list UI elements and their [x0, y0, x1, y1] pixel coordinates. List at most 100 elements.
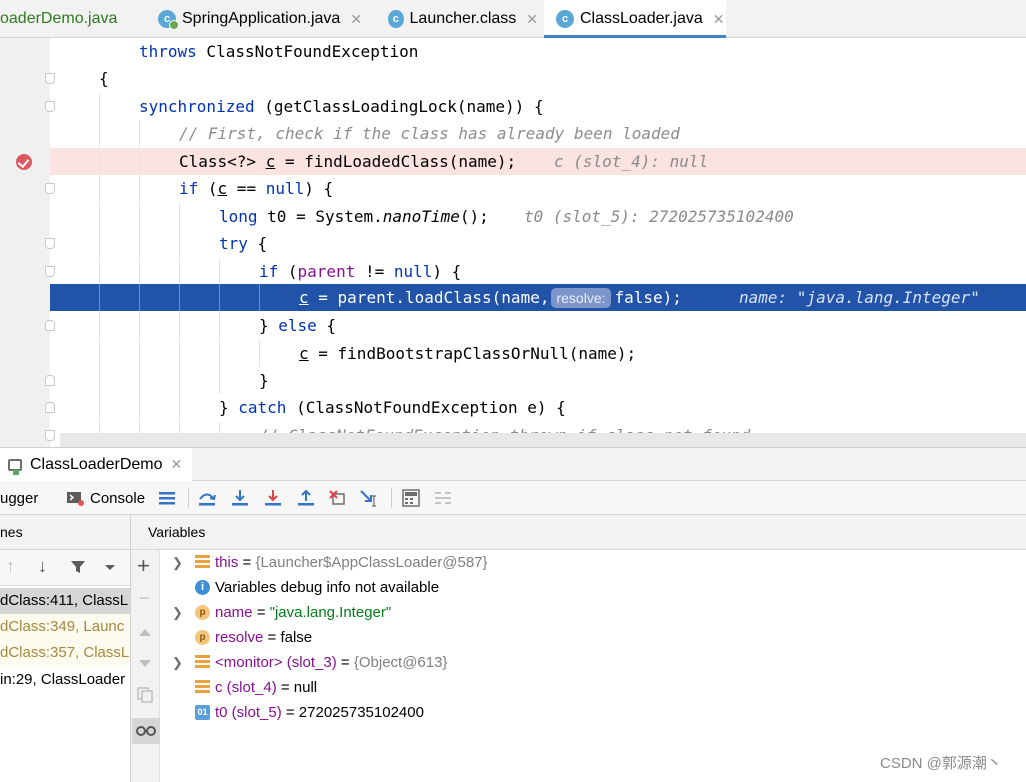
fold-marker-icon[interactable] [45, 73, 55, 84]
close-icon[interactable]: ✕ [526, 11, 538, 28]
editor-tab-bar: oaderDemo.java c SpringApplication.java … [0, 0, 1026, 38]
fold-marker-icon[interactable] [45, 266, 55, 277]
keyword: null [393, 262, 433, 281]
code-line[interactable]: c = findBootstrapClassOrNull(name); [0, 340, 1026, 367]
expand-arrow-icon[interactable]: ❯ [172, 600, 183, 625]
fold-marker-icon[interactable] [45, 320, 55, 331]
code-text: ) { [432, 262, 462, 281]
inline-debug-value: c (slot_4): null [554, 152, 709, 171]
layout-menu-icon[interactable] [156, 487, 178, 509]
code-text: (); [459, 207, 489, 226]
close-icon[interactable]: ✕ [171, 456, 183, 473]
arrow-down-icon[interactable]: ↓ [38, 556, 47, 577]
variable-row-resolve[interactable]: p resolve = false [160, 625, 1026, 650]
expand-arrow-icon[interactable]: ❯ [172, 550, 183, 575]
code-line[interactable]: } else { [0, 312, 1026, 339]
trace-current-stream-icon[interactable] [432, 487, 454, 509]
filter-icon[interactable] [70, 559, 86, 575]
code-line[interactable]: if (parent != null) { [0, 258, 1026, 285]
code-line[interactable]: { [0, 65, 1026, 92]
variable-row-name[interactable]: ❯ p name = "java.lang.Integer" [160, 600, 1026, 625]
tab-debug-session[interactable]: ClassLoaderDemo ✕ [0, 448, 193, 481]
remove-watch-icon[interactable]: − [139, 588, 150, 609]
code-text: = findBootstrapClassOrNull(name); [308, 344, 637, 363]
frame-label: dClass:349, Launc [0, 618, 125, 635]
step-over-icon[interactable] [196, 487, 218, 509]
code-text: ( [278, 262, 298, 281]
code-line[interactable]: try { [0, 230, 1026, 257]
copy-icon[interactable] [137, 687, 153, 703]
variable-row-t0[interactable]: 01 t0 (slot_5) = 272025735102400 [160, 700, 1026, 725]
variable-row-this[interactable]: ❯ this = {Launcher$AppClassLoader@587} [160, 550, 1026, 575]
variable-row-monitor[interactable]: ❯ <monitor> (slot_3) = {Object@613} [160, 650, 1026, 675]
variable-value: = null [276, 679, 318, 696]
execution-line[interactable]: c = parent.loadClass(name, resolve: false)… [0, 284, 1026, 311]
fold-marker-icon[interactable] [45, 101, 55, 112]
run-to-cursor-icon[interactable] [359, 487, 381, 509]
toggle-watches-button[interactable] [132, 718, 160, 744]
tab-springapplication[interactable]: c SpringApplication.java ✕ [158, 0, 376, 38]
stack-frame[interactable]: dClass:349, Launc [0, 614, 130, 640]
horizontal-scrollbar[interactable] [60, 433, 1026, 447]
fold-marker-icon[interactable] [45, 183, 55, 194]
code-line[interactable]: long t0 = System.nanoTime(); t0 (slot_5)… [0, 203, 1026, 230]
parameter-hint: resolve: [551, 288, 611, 308]
frames-header: nes [0, 515, 130, 550]
code-line[interactable]: synchronized (getClassLoadingLock(name))… [0, 93, 1026, 120]
variable-eq: = [238, 554, 256, 571]
code-variable: c [299, 288, 309, 307]
variable-row-c[interactable]: c (slot_4) = null [160, 675, 1026, 700]
drop-frame-icon[interactable] [327, 487, 349, 509]
keyword: else [278, 316, 317, 335]
force-step-into-icon[interactable] [262, 487, 284, 509]
variables-panel: ❯ this = {Launcher$AppClassLoader@587} i… [160, 550, 1026, 782]
stack-frame[interactable]: in:29, ClassLoader [0, 667, 130, 693]
code-line[interactable]: // First, check if the class has already… [0, 120, 1026, 147]
code-text: } [219, 398, 239, 417]
breakpoint-icon[interactable] [16, 154, 32, 170]
code-line[interactable]: throws ClassNotFoundException [0, 38, 1026, 65]
tab-console[interactable]: Console [66, 481, 145, 515]
code-line[interactable]: if (c == null) { [0, 175, 1026, 202]
tab-classloader[interactable]: c ClassLoader.java ✕ [544, 0, 726, 38]
frames-panel: ↑ ↓ dClass:411, ClassL dClass:349, Launc… [0, 550, 130, 782]
code-line[interactable]: } [0, 367, 1026, 394]
code-line[interactable]: } catch (ClassNotFoundException e) { [0, 394, 1026, 421]
keyword: try [219, 234, 248, 253]
info-message: Variables debug info not available [215, 579, 440, 596]
tab-launcher[interactable]: c Launcher.class ✕ [388, 0, 538, 38]
variable-name: name [215, 604, 253, 621]
step-out-icon[interactable] [295, 487, 317, 509]
breakpoint-line[interactable]: Class<?> c = findLoadedClass(name); c (s… [0, 148, 1026, 175]
tab-debugger[interactable]: ugger [0, 481, 38, 515]
tab-classloaderdemo[interactable]: oaderDemo.java [0, 0, 148, 38]
fold-marker-icon[interactable] [45, 238, 55, 249]
tab-label: Launcher.class [409, 10, 517, 27]
move-up-icon[interactable] [138, 627, 152, 637]
add-watch-icon[interactable]: + [137, 553, 150, 579]
code-comment: // First, check if the class has already… [179, 124, 680, 143]
keyword: null [265, 179, 305, 198]
expand-arrow-icon[interactable]: ❯ [172, 650, 183, 675]
variable-row-info: i Variables debug info not available [160, 575, 1026, 600]
code-editor[interactable]: throws ClassNotFoundException { synchron… [0, 38, 1026, 447]
evaluate-expression-icon[interactable] [400, 487, 422, 509]
variable-name: <monitor> (slot_3) [215, 654, 337, 671]
fold-marker-icon[interactable] [45, 402, 55, 413]
fold-marker-icon[interactable] [45, 375, 55, 386]
step-into-icon[interactable] [229, 487, 251, 509]
code-text: { [316, 316, 337, 335]
code-method: nanoTime [382, 207, 460, 226]
field-icon [195, 555, 210, 570]
code-text: ) { [304, 179, 334, 198]
stack-frame[interactable]: dClass:357, ClassL [0, 640, 130, 666]
arrow-up-icon[interactable]: ↑ [6, 556, 15, 577]
close-icon[interactable]: ✕ [713, 11, 725, 28]
code-variable: c [217, 179, 228, 198]
stack-frame[interactable]: dClass:411, ClassL [0, 588, 130, 614]
fold-marker-icon[interactable] [45, 430, 55, 441]
chevron-down-icon[interactable] [104, 564, 116, 572]
variable-name: resolve [215, 629, 264, 646]
move-down-icon[interactable] [138, 659, 152, 669]
close-icon[interactable]: ✕ [350, 11, 362, 28]
